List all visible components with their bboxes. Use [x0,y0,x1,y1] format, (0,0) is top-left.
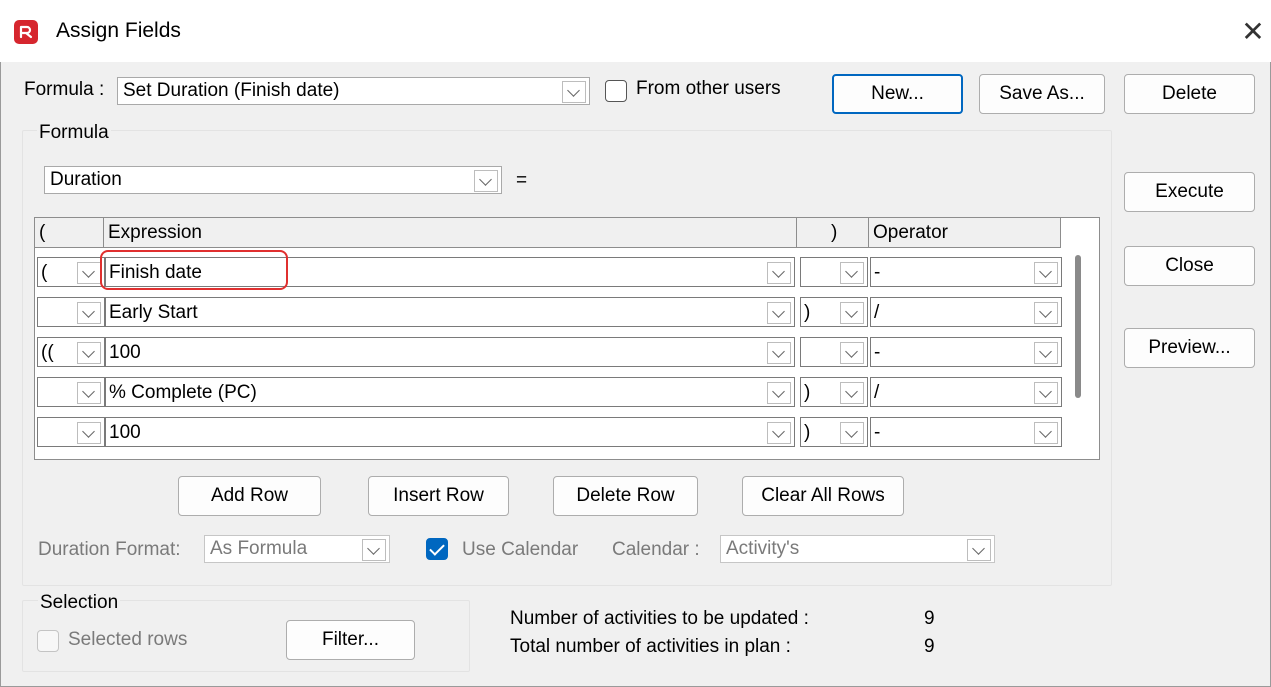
chevron-down-icon[interactable] [1034,422,1058,444]
row-3-operator-select[interactable]: - [870,337,1062,367]
chevron-down-icon[interactable] [77,422,101,444]
formula-select-value: Set Duration (Finish date) [123,80,340,101]
header-open-paren: ( [35,218,104,248]
chevron-down-icon[interactable] [767,302,791,324]
close-button[interactable]: Close [1124,246,1255,286]
use-calendar-checkbox[interactable] [426,538,448,560]
row-5-expression-select[interactable]: 100 [105,417,795,447]
total-activities-value: 9 [924,636,935,657]
from-other-users-label: From other users [636,78,781,99]
app-logo-icon [14,20,38,44]
chevron-down-icon[interactable] [840,382,864,404]
chevron-down-icon[interactable] [77,382,101,404]
selected-rows-checkbox[interactable] [37,630,59,652]
chevron-down-icon[interactable] [1034,262,1058,284]
chevron-down-icon[interactable] [474,170,498,192]
row-4-expression-select[interactable]: % Complete (PC) [105,377,795,407]
annotation-highlight-box [100,250,288,290]
chevron-down-icon[interactable] [840,342,864,364]
delete-row-button[interactable]: Delete Row [553,476,698,516]
chevron-down-icon[interactable] [767,382,791,404]
chevron-down-icon[interactable] [840,262,864,284]
row-4-close-paren-select[interactable]: ) [800,377,868,407]
activities-to-update-value: 9 [924,608,935,629]
row-2-close-paren-select[interactable]: ) [800,297,868,327]
from-other-users-checkbox[interactable] [605,80,627,102]
selected-rows-label: Selected rows [68,629,188,650]
execute-button[interactable]: Execute [1124,172,1255,212]
row-2-operator-select[interactable]: / [870,297,1062,327]
title-bar: Assign Fields ✕ [0,0,1271,62]
use-calendar-label: Use Calendar [462,539,579,560]
row-1-close-paren-select[interactable] [800,257,868,287]
window-title: Assign Fields [56,19,181,42]
chevron-down-icon[interactable] [840,302,864,324]
row-1-operator-select[interactable]: - [870,257,1062,287]
chevron-down-icon[interactable] [77,262,101,284]
filter-button[interactable]: Filter... [286,620,415,660]
chevron-down-icon[interactable] [1034,342,1058,364]
grid-scrollbar-thumb[interactable] [1075,255,1081,398]
formula-group-label: Formula [37,122,111,144]
row-2-open-paren-select[interactable] [37,297,105,327]
chevron-down-icon[interactable] [77,342,101,364]
add-row-button[interactable]: Add Row [178,476,321,516]
row-4-open-paren-select[interactable] [37,377,105,407]
equals-sign: = [516,170,528,191]
total-activities-label: Total number of activities in plan : [510,636,791,657]
target-field-select[interactable]: Duration [44,166,502,194]
header-operator: Operator [869,218,1061,248]
activities-to-update-label: Number of activities to be updated : [510,608,809,629]
row-3-close-paren-select[interactable] [800,337,868,367]
new-button[interactable]: New... [832,74,963,114]
duration-format-label: Duration Format: [38,539,181,560]
selection-group-label: Selection [38,592,121,614]
row-1-open-paren-select[interactable]: ( [37,257,105,287]
chevron-down-icon[interactable] [77,302,101,324]
row-3-expression-select[interactable]: 100 [105,337,795,367]
chevron-down-icon[interactable] [767,422,791,444]
formula-selector-label: Formula : [24,79,105,100]
chevron-down-icon[interactable] [767,262,791,284]
calendar-value: Activity's [726,538,800,559]
chevron-down-icon[interactable] [1034,382,1058,404]
row-5-operator-select[interactable]: - [870,417,1062,447]
calendar-select[interactable]: Activity's [720,535,995,563]
close-window-icon[interactable]: ✕ [1235,12,1271,52]
row-4-operator-select[interactable]: / [870,377,1062,407]
calendar-label: Calendar : [612,539,700,560]
target-field-value: Duration [50,169,122,190]
chevron-down-icon[interactable] [767,342,791,364]
header-expression: Expression [104,218,797,248]
row-3-open-paren-select[interactable]: (( [37,337,105,367]
formula-select[interactable]: Set Duration (Finish date) [117,77,590,105]
header-close-paren: ) [797,218,869,248]
row-2-expression-select[interactable]: Early Start [105,297,795,327]
clear-all-rows-button[interactable]: Clear All Rows [742,476,904,516]
chevron-down-icon[interactable] [562,81,586,103]
save-as-button[interactable]: Save As... [979,74,1105,114]
row-5-open-paren-select[interactable] [37,417,105,447]
row-5-close-paren-select[interactable]: ) [800,417,868,447]
insert-row-button[interactable]: Insert Row [368,476,509,516]
chevron-down-icon[interactable] [840,422,864,444]
preview-button[interactable]: Preview... [1124,328,1255,368]
duration-format-select[interactable]: As Formula [204,535,390,563]
chevron-down-icon[interactable] [967,539,991,561]
delete-button[interactable]: Delete [1124,74,1255,114]
duration-format-value: As Formula [210,538,308,559]
chevron-down-icon[interactable] [1034,302,1058,324]
chevron-down-icon[interactable] [362,539,386,561]
